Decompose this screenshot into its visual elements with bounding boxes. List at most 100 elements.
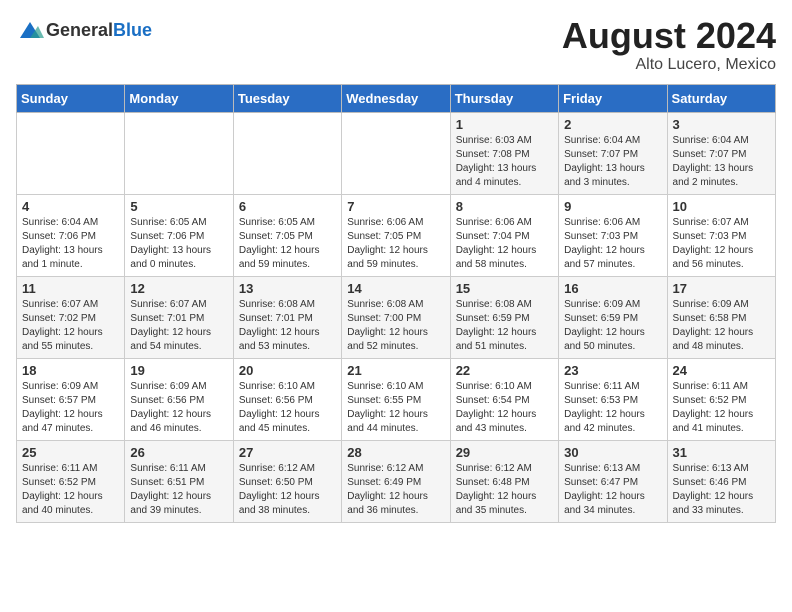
day-info: Sunrise: 6:07 AM Sunset: 7:02 PM Dayligh… — [22, 298, 119, 354]
day-number: 2 — [564, 117, 661, 132]
weekday-header-thursday: Thursday — [450, 84, 558, 112]
day-cell: 18 Sunrise: 6:09 AM Sunset: 6:57 PM Dayli… — [17, 358, 125, 440]
day-cell: 25 Sunrise: 6:11 AM Sunset: 6:52 PM Dayli… — [17, 440, 125, 522]
day-cell: 24 Sunrise: 6:11 AM Sunset: 6:52 PM Dayli… — [667, 358, 775, 440]
day-info: Sunrise: 6:06 AM Sunset: 7:03 PM Dayligh… — [564, 216, 661, 272]
weekday-header-row: SundayMondayTuesdayWednesdayThursdayFrid… — [17, 84, 776, 112]
day-info: Sunrise: 6:12 AM Sunset: 6:48 PM Dayligh… — [456, 462, 553, 518]
day-cell: 9 Sunrise: 6:06 AM Sunset: 7:03 PM Daylig… — [559, 194, 667, 276]
day-number: 25 — [22, 445, 119, 460]
day-info: Sunrise: 6:11 AM Sunset: 6:52 PM Dayligh… — [22, 462, 119, 518]
day-info: Sunrise: 6:08 AM Sunset: 7:00 PM Dayligh… — [347, 298, 444, 354]
day-number: 23 — [564, 363, 661, 378]
day-cell: 21 Sunrise: 6:10 AM Sunset: 6:55 PM Dayli… — [342, 358, 450, 440]
day-number: 19 — [130, 363, 227, 378]
weekday-header-wednesday: Wednesday — [342, 84, 450, 112]
day-number: 1 — [456, 117, 553, 132]
day-info: Sunrise: 6:12 AM Sunset: 6:50 PM Dayligh… — [239, 462, 336, 518]
weekday-header-sunday: Sunday — [17, 84, 125, 112]
day-info: Sunrise: 6:08 AM Sunset: 6:59 PM Dayligh… — [456, 298, 553, 354]
day-number: 14 — [347, 281, 444, 296]
day-number: 13 — [239, 281, 336, 296]
day-cell: 26 Sunrise: 6:11 AM Sunset: 6:51 PM Dayli… — [125, 440, 233, 522]
logo: GeneralBlue — [16, 16, 152, 44]
day-cell: 12 Sunrise: 6:07 AM Sunset: 7:01 PM Dayli… — [125, 276, 233, 358]
day-cell: 1 Sunrise: 6:03 AM Sunset: 7:08 PM Daylig… — [450, 112, 558, 194]
day-cell: 28Sunrise: 6:12 AM Sunset: 6:49 PM Dayli… — [342, 440, 450, 522]
page-header: GeneralBlue August 2024 Alto Lucero, Mex… — [16, 16, 776, 74]
day-info: Sunrise: 6:11 AM Sunset: 6:52 PM Dayligh… — [673, 380, 770, 436]
day-info: Sunrise: 6:13 AM Sunset: 6:47 PM Dayligh… — [564, 462, 661, 518]
day-number: 4 — [22, 199, 119, 214]
day-cell: 6 Sunrise: 6:05 AM Sunset: 7:05 PM Daylig… — [233, 194, 341, 276]
day-info: Sunrise: 6:11 AM Sunset: 6:51 PM Dayligh… — [130, 462, 227, 518]
day-number: 9 — [564, 199, 661, 214]
day-info: Sunrise: 6:10 AM Sunset: 6:56 PM Dayligh… — [239, 380, 336, 436]
logo-text-general: General — [46, 20, 113, 40]
day-cell — [17, 112, 125, 194]
day-cell — [233, 112, 341, 194]
day-cell: 29 Sunrise: 6:12 AM Sunset: 6:48 PM Dayli… — [450, 440, 558, 522]
title-area: August 2024 Alto Lucero, Mexico — [562, 16, 776, 74]
day-number: 10 — [673, 199, 770, 214]
day-number: 29 — [456, 445, 553, 460]
location: Alto Lucero, Mexico — [562, 56, 776, 74]
day-number: 5 — [130, 199, 227, 214]
day-cell: 14 Sunrise: 6:08 AM Sunset: 7:00 PM Dayli… — [342, 276, 450, 358]
day-cell: 23 Sunrise: 6:11 AM Sunset: 6:53 PM Dayli… — [559, 358, 667, 440]
day-info: Sunrise: 6:10 AM Sunset: 6:55 PM Dayligh… — [347, 380, 444, 436]
week-row-1: 1 Sunrise: 6:03 AM Sunset: 7:08 PM Daylig… — [17, 112, 776, 194]
day-number: 20 — [239, 363, 336, 378]
week-row-4: 18 Sunrise: 6:09 AM Sunset: 6:57 PM Dayli… — [17, 358, 776, 440]
day-cell: 30 Sunrise: 6:13 AM Sunset: 6:47 PM Dayli… — [559, 440, 667, 522]
weekday-header-saturday: Saturday — [667, 84, 775, 112]
day-info: Sunrise: 6:11 AM Sunset: 6:53 PM Dayligh… — [564, 380, 661, 436]
day-cell: 22 Sunrise: 6:10 AM Sunset: 6:54 PM Dayli… — [450, 358, 558, 440]
day-cell: 31Sunrise: 6:13 AM Sunset: 6:46 PM Dayli… — [667, 440, 775, 522]
day-cell: 16Sunrise: 6:09 AM Sunset: 6:59 PM Dayli… — [559, 276, 667, 358]
day-number: 7 — [347, 199, 444, 214]
day-info: Sunrise: 6:07 AM Sunset: 7:01 PM Dayligh… — [130, 298, 227, 354]
day-number: 22 — [456, 363, 553, 378]
week-row-5: 25 Sunrise: 6:11 AM Sunset: 6:52 PM Dayli… — [17, 440, 776, 522]
day-number: 27 — [239, 445, 336, 460]
day-cell: 19Sunrise: 6:09 AM Sunset: 6:56 PM Dayli… — [125, 358, 233, 440]
day-number: 24 — [673, 363, 770, 378]
day-number: 12 — [130, 281, 227, 296]
day-cell: 17 Sunrise: 6:09 AM Sunset: 6:58 PM Dayli… — [667, 276, 775, 358]
day-cell: 5 Sunrise: 6:05 AM Sunset: 7:06 PM Daylig… — [125, 194, 233, 276]
day-number: 26 — [130, 445, 227, 460]
day-number: 15 — [456, 281, 553, 296]
day-number: 8 — [456, 199, 553, 214]
day-number: 30 — [564, 445, 661, 460]
calendar-table: SundayMondayTuesdayWednesdayThursdayFrid… — [16, 84, 776, 523]
day-number: 6 — [239, 199, 336, 214]
day-info: Sunrise: 6:04 AM Sunset: 7:07 PM Dayligh… — [673, 134, 770, 190]
day-info: Sunrise: 6:09 AM Sunset: 6:59 PM Dayligh… — [564, 298, 661, 354]
week-row-3: 11 Sunrise: 6:07 AM Sunset: 7:02 PM Dayli… — [17, 276, 776, 358]
day-info: Sunrise: 6:03 AM Sunset: 7:08 PM Dayligh… — [456, 134, 553, 190]
day-number: 3 — [673, 117, 770, 132]
day-number: 18 — [22, 363, 119, 378]
day-info: Sunrise: 6:05 AM Sunset: 7:05 PM Dayligh… — [239, 216, 336, 272]
day-info: Sunrise: 6:13 AM Sunset: 6:46 PM Dayligh… — [673, 462, 770, 518]
day-cell: 4Sunrise: 6:04 AM Sunset: 7:06 PM Daylig… — [17, 194, 125, 276]
day-cell: 10Sunrise: 6:07 AM Sunset: 7:03 PM Dayli… — [667, 194, 775, 276]
day-info: Sunrise: 6:06 AM Sunset: 7:05 PM Dayligh… — [347, 216, 444, 272]
day-number: 17 — [673, 281, 770, 296]
day-cell: 8 Sunrise: 6:06 AM Sunset: 7:04 PM Daylig… — [450, 194, 558, 276]
day-info: Sunrise: 6:12 AM Sunset: 6:49 PM Dayligh… — [347, 462, 444, 518]
day-info: Sunrise: 6:09 AM Sunset: 6:58 PM Dayligh… — [673, 298, 770, 354]
day-cell: 27 Sunrise: 6:12 AM Sunset: 6:50 PM Dayli… — [233, 440, 341, 522]
day-number: 21 — [347, 363, 444, 378]
day-info: Sunrise: 6:06 AM Sunset: 7:04 PM Dayligh… — [456, 216, 553, 272]
day-cell: 20 Sunrise: 6:10 AM Sunset: 6:56 PM Dayli… — [233, 358, 341, 440]
day-info: Sunrise: 6:09 AM Sunset: 6:57 PM Dayligh… — [22, 380, 119, 436]
weekday-header-monday: Monday — [125, 84, 233, 112]
day-number: 11 — [22, 281, 119, 296]
day-cell: 13 Sunrise: 6:08 AM Sunset: 7:01 PM Dayli… — [233, 276, 341, 358]
day-info: Sunrise: 6:10 AM Sunset: 6:54 PM Dayligh… — [456, 380, 553, 436]
day-info: Sunrise: 6:08 AM Sunset: 7:01 PM Dayligh… — [239, 298, 336, 354]
day-info: Sunrise: 6:05 AM Sunset: 7:06 PM Dayligh… — [130, 216, 227, 272]
day-cell: 11 Sunrise: 6:07 AM Sunset: 7:02 PM Dayli… — [17, 276, 125, 358]
